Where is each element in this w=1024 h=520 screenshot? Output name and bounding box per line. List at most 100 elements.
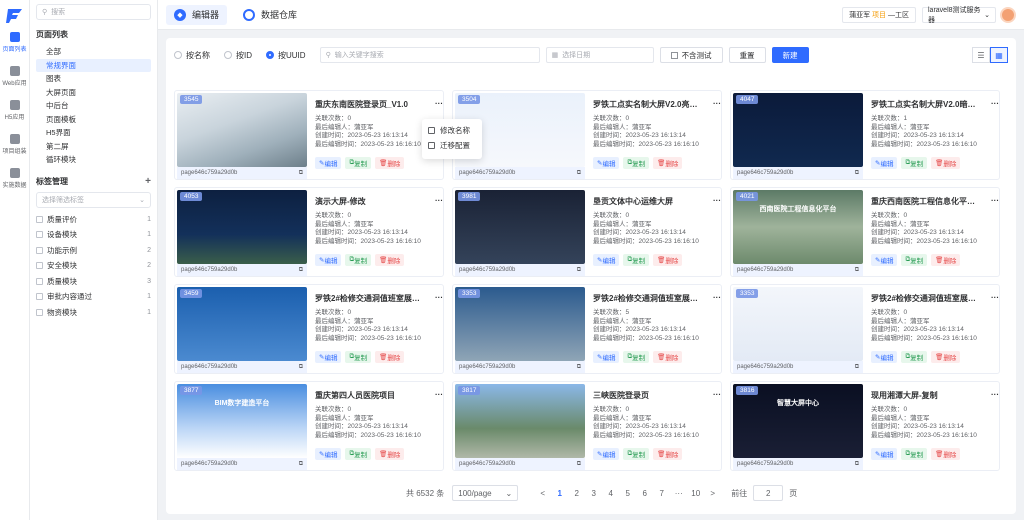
user-info[interactable]: 蒲亚军 项目 —工区 bbox=[842, 7, 916, 23]
edit-button[interactable]: ✎ 编辑 bbox=[315, 157, 342, 169]
more-icon[interactable]: ··· bbox=[991, 196, 999, 207]
menu-item-rename[interactable]: 修改名称 bbox=[422, 123, 482, 138]
radio-by-uuid[interactable]: 按UUID bbox=[266, 50, 306, 61]
page-card[interactable]: 3817 page646c759a29d0b ⧉ 三峡医院登录页 ··· 关联次数：0 最后… bbox=[452, 381, 722, 471]
page-number[interactable]: 5 bbox=[619, 489, 636, 498]
page-card[interactable]: 4047 page646c759a29d0b ⧉ 罗铁工点实名制大屏V2.0暗… ···… bbox=[730, 90, 1000, 180]
tag-filter-select[interactable]: 选择筛选标签 ⌄ bbox=[36, 191, 151, 208]
delete-button[interactable]: 🗑 删除 bbox=[653, 157, 683, 169]
delete-button[interactable]: 🗑 删除 bbox=[653, 448, 683, 460]
delete-button[interactable]: 🗑 删除 bbox=[653, 254, 683, 266]
page-number[interactable]: ··· bbox=[670, 489, 687, 498]
tab-data-warehouse[interactable]: 数据仓库 bbox=[235, 5, 305, 25]
copy-link-icon[interactable]: ⧉ bbox=[299, 170, 303, 177]
rail-item-4[interactable]: 实施数据 bbox=[0, 168, 29, 196]
page-number[interactable]: < bbox=[534, 489, 551, 498]
radio-by-id[interactable]: 按ID bbox=[224, 50, 252, 61]
copy-button[interactable]: ⧉ 复制 bbox=[345, 254, 372, 266]
copy-button[interactable]: ⧉ 复制 bbox=[623, 448, 650, 460]
goto-page-input[interactable]: 2 bbox=[753, 485, 784, 501]
copy-button[interactable]: ⧉ 复制 bbox=[901, 351, 928, 363]
edit-button[interactable]: ✎ 编辑 bbox=[593, 254, 620, 266]
copy-link-icon[interactable]: ⧉ bbox=[855, 364, 859, 371]
more-icon[interactable]: ··· bbox=[713, 390, 721, 401]
tag-item[interactable]: 物资模块 1 bbox=[36, 305, 151, 321]
copy-link-icon[interactable]: ⧉ bbox=[577, 461, 581, 468]
edit-button[interactable]: ✎ 编辑 bbox=[593, 448, 620, 460]
grid-view-icon[interactable]: ▦ bbox=[990, 47, 1008, 63]
server-select[interactable]: laravel8测试服务器 ⌄ bbox=[922, 7, 996, 24]
avatar[interactable] bbox=[1000, 7, 1016, 23]
copy-link-icon[interactable]: ⧉ bbox=[577, 170, 581, 177]
tag-item[interactable]: 审批内容通过 1 bbox=[36, 289, 151, 305]
page-item[interactable]: 大屏页面 bbox=[36, 86, 151, 100]
more-icon[interactable]: ··· bbox=[435, 293, 443, 304]
page-item[interactable]: 第二屏 bbox=[36, 140, 151, 154]
tag-item[interactable]: 质量模块 3 bbox=[36, 274, 151, 290]
copy-link-icon[interactable]: ⧉ bbox=[855, 267, 859, 274]
edit-button[interactable]: ✎ 编辑 bbox=[315, 448, 342, 460]
page-card[interactable]: 3504 page646c759a29d0b ⧉ 罗铁工点实名制大屏V2.0亮… ···… bbox=[452, 90, 722, 180]
page-card[interactable]: 3877 BIM数字建造平台 page646c759a29d0b ⧉ 重庆第四人员医院项… bbox=[174, 381, 444, 471]
page-number[interactable]: 2 bbox=[568, 489, 585, 498]
delete-button[interactable]: 🗑 删除 bbox=[931, 157, 961, 169]
page-item[interactable]: 循环模块 bbox=[36, 153, 151, 167]
edit-button[interactable]: ✎ 编辑 bbox=[871, 157, 898, 169]
edit-button[interactable]: ✎ 编辑 bbox=[315, 254, 342, 266]
more-icon[interactable]: ··· bbox=[435, 196, 443, 207]
more-icon[interactable]: ··· bbox=[713, 293, 721, 304]
card-thumbnail[interactable]: 3353 bbox=[455, 287, 585, 361]
page-item[interactable]: 全部 bbox=[36, 45, 151, 59]
copy-button[interactable]: ⧉ 复制 bbox=[345, 157, 372, 169]
page-number[interactable]: 7 bbox=[653, 489, 670, 498]
exclude-test-checkbox[interactable]: 不含测试 bbox=[659, 47, 723, 63]
page-item[interactable]: H5界面 bbox=[36, 126, 151, 140]
edit-button[interactable]: ✎ 编辑 bbox=[871, 254, 898, 266]
copy-button[interactable]: ⧉ 复制 bbox=[623, 254, 650, 266]
copy-button[interactable]: ⧉ 复制 bbox=[901, 254, 928, 266]
add-tag-icon[interactable]: + bbox=[145, 176, 151, 187]
rail-item-2[interactable]: H5应用 bbox=[0, 100, 29, 128]
more-icon[interactable]: ··· bbox=[435, 99, 443, 110]
more-icon[interactable]: ··· bbox=[991, 390, 999, 401]
card-thumbnail[interactable]: 4021 西南医院工程信息化平台 bbox=[733, 190, 863, 264]
card-thumbnail[interactable]: 3877 BIM数字建造平台 bbox=[177, 384, 307, 458]
page-card[interactable]: 3353 page646c759a29d0b ⧉ 罗铁2#检修交通洞值班室展… ··· 关… bbox=[730, 284, 1000, 374]
delete-button[interactable]: 🗑 删除 bbox=[931, 448, 961, 460]
page-item[interactable]: 中后台 bbox=[36, 99, 151, 113]
delete-button[interactable]: 🗑 删除 bbox=[653, 351, 683, 363]
card-thumbnail[interactable]: 4047 bbox=[733, 93, 863, 167]
copy-button[interactable]: ⧉ 复制 bbox=[623, 157, 650, 169]
more-icon[interactable]: ··· bbox=[713, 196, 721, 207]
tag-item[interactable]: 设备模块 1 bbox=[36, 227, 151, 243]
copy-link-icon[interactable]: ⧉ bbox=[299, 461, 303, 468]
page-card[interactable]: 3353 page646c759a29d0b ⧉ 罗铁2#检修交通洞值班室展… ··· 关… bbox=[452, 284, 722, 374]
page-item[interactable]: 页面模板 bbox=[36, 113, 151, 127]
more-icon[interactable]: ··· bbox=[991, 99, 999, 110]
keyword-search-input[interactable]: ⚲ 输入关键字搜索 bbox=[319, 47, 540, 63]
page-card[interactable]: 3981 page646c759a29d0b ⧉ 垦贡文体中心运维大屏 ··· 关联次数：… bbox=[452, 187, 722, 277]
delete-button[interactable]: 🗑 删除 bbox=[931, 254, 961, 266]
rail-item-3[interactable]: 项目组装 bbox=[0, 134, 29, 162]
page-size-select[interactable]: 100/page ⌄ bbox=[452, 485, 519, 501]
page-item[interactable]: 常规界面 bbox=[36, 58, 151, 72]
more-icon[interactable]: ··· bbox=[435, 390, 443, 401]
delete-button[interactable]: 🗑 删除 bbox=[375, 448, 405, 460]
tag-item[interactable]: 安全模块 2 bbox=[36, 258, 151, 274]
delete-button[interactable]: 🗑 删除 bbox=[375, 254, 405, 266]
tab-editor[interactable]: ◆ 编辑器 bbox=[166, 4, 228, 25]
edit-button[interactable]: ✎ 编辑 bbox=[593, 351, 620, 363]
menu-item-migrate[interactable]: 迁移配置 bbox=[422, 138, 482, 153]
date-picker[interactable]: ▦ 选择日期 bbox=[545, 47, 654, 63]
more-icon[interactable]: ··· bbox=[991, 293, 999, 304]
page-number[interactable]: > bbox=[704, 489, 721, 498]
edit-button[interactable]: ✎ 编辑 bbox=[315, 351, 342, 363]
page-card[interactable]: 3459 page646c759a29d0b ⧉ 罗铁2#检修交通洞值班室展… ··· 关… bbox=[174, 284, 444, 374]
tag-item[interactable]: 功能示例 2 bbox=[36, 243, 151, 259]
edit-button[interactable]: ✎ 编辑 bbox=[871, 448, 898, 460]
copy-button[interactable]: ⧉ 复制 bbox=[623, 351, 650, 363]
page-item[interactable]: 图表 bbox=[36, 72, 151, 86]
page-number[interactable]: 6 bbox=[636, 489, 653, 498]
delete-button[interactable]: 🗑 删除 bbox=[375, 157, 405, 169]
copy-button[interactable]: ⧉ 复制 bbox=[345, 351, 372, 363]
